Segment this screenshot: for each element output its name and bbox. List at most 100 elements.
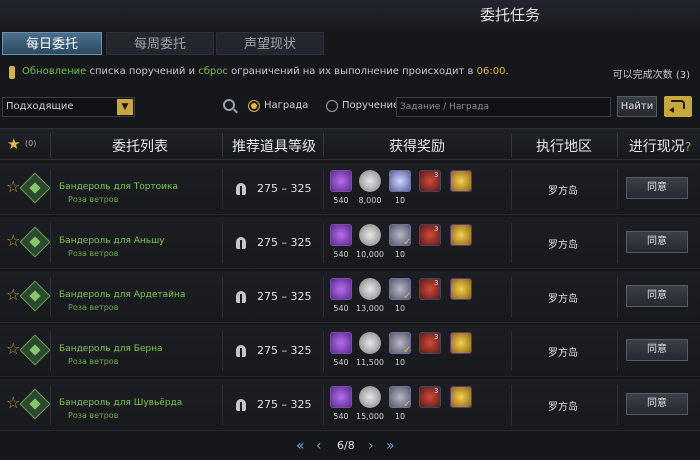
row-divider <box>50 223 51 263</box>
first-page-button[interactable]: « <box>296 438 305 454</box>
execution-region: 罗方岛 <box>548 402 578 413</box>
silver-coin-icon[interactable] <box>359 170 381 192</box>
table-row: ☆ Бандероль для Тортоика Роза ветров 275… <box>0 163 700 215</box>
table-row: ☆ Бандероль для Аньшу Роза ветров 275 – … <box>0 217 700 269</box>
reward-qty: 8,000 <box>358 196 382 205</box>
accept-button[interactable]: 同意 <box>626 393 688 415</box>
favorite-star-icon[interactable]: ☆ <box>6 393 20 412</box>
quest-region: Роза ветров <box>68 249 119 258</box>
favorite-star-icon[interactable]: ☆ <box>6 339 20 358</box>
gem-icon[interactable] <box>330 224 352 246</box>
find-button[interactable]: Найти <box>617 96 657 117</box>
filter-select-value: Подходящие <box>6 101 74 112</box>
reward-qty: 15,000 <box>356 412 384 421</box>
quest-name[interactable]: Бандероль для Аньшу <box>59 236 165 246</box>
accept-button[interactable]: 同意 <box>626 285 688 307</box>
completion-count: 可以完成次数 (3) <box>612 70 690 81</box>
table-row: ☆ Бандероль для Берна Роза ветров 275 – … <box>0 325 700 377</box>
row-divider <box>323 169 324 209</box>
gem-icon[interactable] <box>330 278 352 300</box>
radio-reward[interactable] <box>248 100 260 112</box>
header-quest-list: 委托列表 <box>112 139 168 155</box>
accept-button[interactable]: 同意 <box>626 177 688 199</box>
crystal-icon[interactable] <box>389 170 411 192</box>
row-divider <box>323 331 324 371</box>
quest-name[interactable]: Бандероль для Берна <box>59 344 163 354</box>
execution-region: 罗方岛 <box>548 348 578 359</box>
favorite-count: (0) <box>25 139 37 148</box>
chevron-down-icon[interactable]: ▼ <box>117 99 133 115</box>
row-divider <box>323 223 324 263</box>
row-divider <box>617 277 618 317</box>
gold-coin-icon[interactable] <box>450 386 472 408</box>
execution-region: 罗方岛 <box>548 240 578 251</box>
row-divider <box>50 331 51 371</box>
accept-button[interactable]: 同意 <box>626 339 688 361</box>
row-divider <box>511 223 512 263</box>
gold-coin-icon[interactable] <box>450 224 472 246</box>
gem-icon[interactable] <box>330 386 352 408</box>
quest-name[interactable]: Бандероль для Ардетайна <box>59 290 185 300</box>
table-row: ☆ Бандероль для Ардетайна Роза ветров 27… <box>0 271 700 323</box>
reward-qty: 540 <box>333 412 349 421</box>
tab-daily[interactable]: 每日委托 <box>2 32 102 55</box>
silver-coin-icon[interactable] <box>359 224 381 246</box>
reward-badge: 3 <box>434 171 439 179</box>
header-rewards: 获得奖励 <box>389 139 445 155</box>
row-divider <box>617 385 618 425</box>
quest-emblem-icon <box>19 226 51 258</box>
quest-name[interactable]: Бандероль для Тортоика <box>59 182 178 192</box>
check-icon: ✓ <box>403 237 412 248</box>
level-range: 275 – 325 <box>257 182 312 195</box>
reward-badge: 3 <box>434 279 439 287</box>
quest-emblem-icon <box>19 388 51 420</box>
favorite-star-icon[interactable]: ☆ <box>6 177 20 196</box>
row-divider <box>511 277 512 317</box>
quest-name[interactable]: Бандероль для Шувьёрда <box>59 398 182 408</box>
reward-badge: 3 <box>434 387 439 395</box>
reward-qty: 10 <box>394 304 406 313</box>
radio-quest[interactable] <box>326 100 338 112</box>
quest-emblem-icon <box>19 172 51 204</box>
header-divider <box>617 133 618 157</box>
notice-bar: Обновление списка поручений и сброс огра… <box>0 62 700 84</box>
reward-qty: 11,500 <box>356 358 384 367</box>
gem-icon[interactable] <box>330 332 352 354</box>
next-page-button[interactable]: › <box>368 438 374 454</box>
row-divider <box>222 385 223 425</box>
helm-icon <box>236 345 246 357</box>
filter-select[interactable]: Подходящие ▼ <box>2 97 135 117</box>
row-divider <box>222 277 223 317</box>
star-icon[interactable]: ★ <box>7 135 20 153</box>
silver-coin-icon[interactable] <box>359 278 381 300</box>
accept-button[interactable]: 同意 <box>626 231 688 253</box>
tab-reputation[interactable]: 声望现状 <box>216 32 324 55</box>
silver-coin-icon[interactable] <box>359 332 381 354</box>
silver-coin-icon[interactable] <box>359 386 381 408</box>
row-divider <box>323 277 324 317</box>
header-progress: 进行现况? <box>628 139 692 155</box>
help-icon[interactable]: ? <box>685 140 691 154</box>
row-divider <box>511 385 512 425</box>
gold-coin-icon[interactable] <box>450 278 472 300</box>
table-header: ★ (0) 委托列表 推荐道具等级 获得奖励 执行地区 进行现况? <box>0 128 700 160</box>
helm-icon <box>236 183 246 195</box>
gold-coin-icon[interactable] <box>450 170 472 192</box>
pagination: « ‹ 6/8 › » <box>0 437 700 457</box>
reset-icon[interactable] <box>664 96 692 117</box>
row-divider <box>511 169 512 209</box>
favorite-star-icon[interactable]: ☆ <box>6 231 20 250</box>
search-input[interactable] <box>396 97 611 117</box>
tab-weekly[interactable]: 每周委托 <box>106 32 214 55</box>
radio-reward-label: Награда <box>264 100 309 111</box>
last-page-button[interactable]: » <box>386 438 395 454</box>
gem-icon[interactable] <box>330 170 352 192</box>
level-range: 275 – 325 <box>257 344 312 357</box>
row-divider <box>617 169 618 209</box>
favorite-star-icon[interactable]: ☆ <box>6 285 20 304</box>
reward-qty: 10 <box>394 196 406 205</box>
reward-qty: 10 <box>394 250 406 259</box>
reward-qty: 13,000 <box>356 304 384 313</box>
gold-coin-icon[interactable] <box>450 332 472 354</box>
prev-page-button[interactable]: ‹ <box>316 438 322 454</box>
